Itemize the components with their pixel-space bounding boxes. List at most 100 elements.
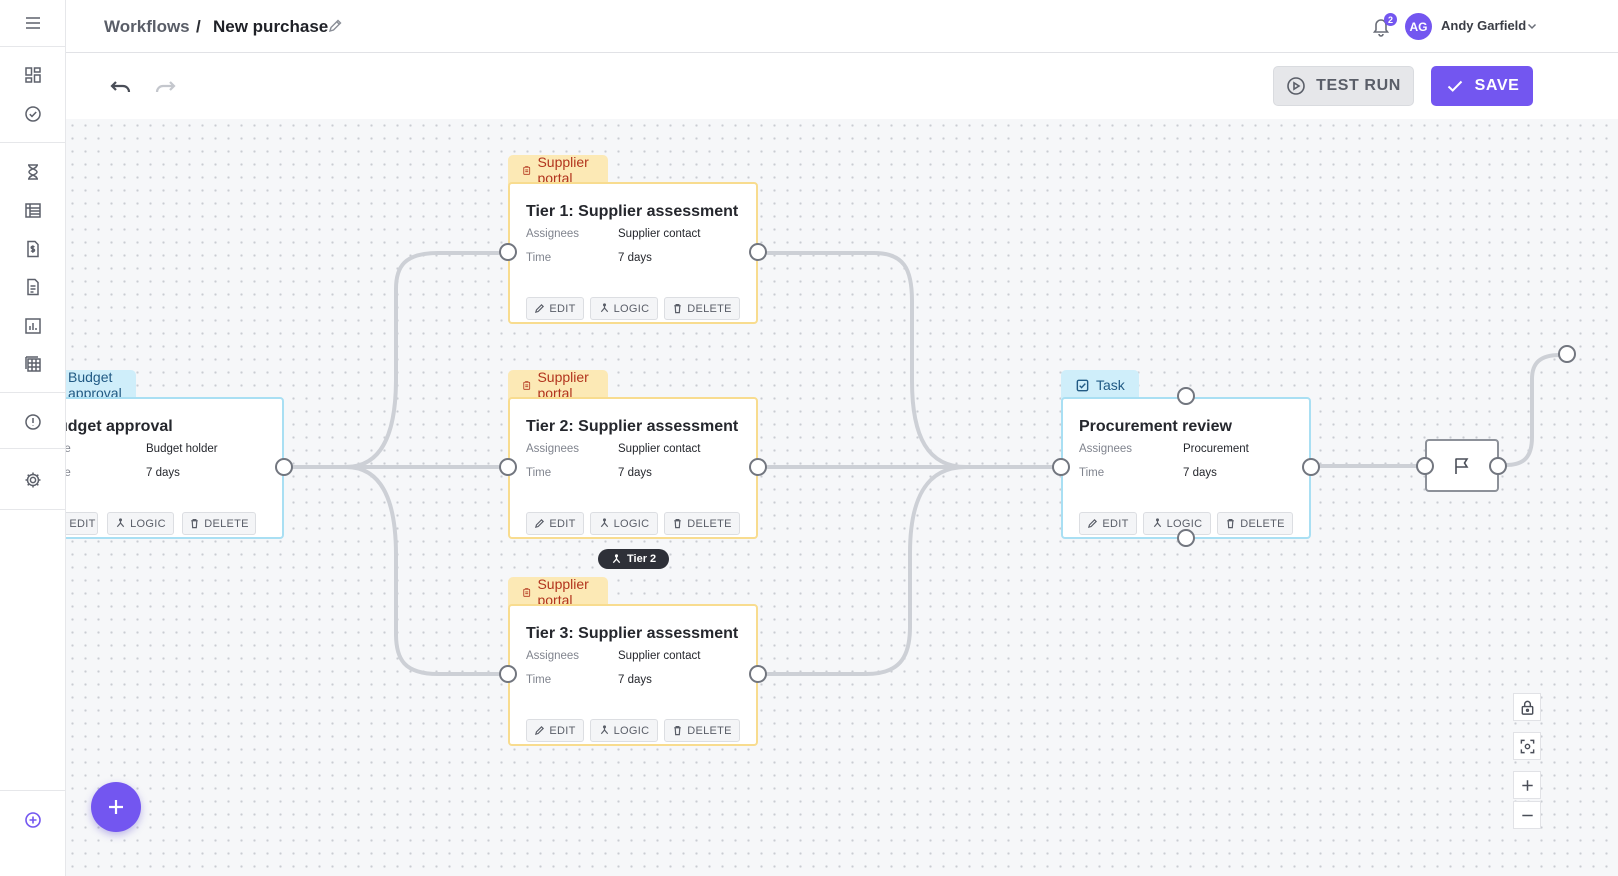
dashboard-icon[interactable] — [13, 58, 53, 92]
node-label-assignees: Assignees — [526, 443, 580, 455]
port-review-out[interactable] — [1302, 458, 1320, 476]
node-card-review[interactable]: Procurement review Assignees Procurement… — [1061, 397, 1311, 539]
port-review-in[interactable] — [1052, 458, 1070, 476]
node-label-assignees: Assignees — [526, 650, 580, 662]
delete-button[interactable]: DELETE — [664, 512, 740, 535]
branch-icon — [600, 303, 608, 313]
table-icon[interactable] — [13, 347, 53, 381]
node-card-tier2[interactable]: Tier 2: Supplier assessment Assignees Su… — [508, 397, 758, 539]
workflow-canvas[interactable]: Budget approval udget approval pe Budget… — [66, 119, 1618, 876]
pencil-icon — [535, 725, 545, 736]
workflow-editor: Workflows / New purchase 2 AG Andy Garfi… — [0, 0, 1618, 876]
clipboard-icon — [523, 587, 531, 597]
edge-label-tier2[interactable]: Tier 2 — [598, 549, 670, 569]
logic-button[interactable]: LOGIC — [1143, 512, 1211, 535]
port-next-in[interactable] — [1558, 345, 1576, 363]
edge-end-next — [1504, 353, 1562, 467]
fit-view-button[interactable] — [1513, 732, 1541, 760]
editor-toolbar: TEST RUN SAVE — [74, 53, 1618, 119]
port-budget-out[interactable] — [275, 458, 293, 476]
save-button[interactable]: SAVE — [1431, 66, 1533, 106]
trash-icon — [1227, 519, 1234, 529]
node-title: Tier 1: Supplier assessment — [526, 203, 739, 220]
avatar[interactable]: AG — [1405, 13, 1432, 40]
delete-button[interactable]: DELETE — [1217, 512, 1293, 535]
logic-button[interactable]: LOGIC — [590, 719, 658, 742]
trash-icon — [674, 726, 681, 736]
test-run-label: TEST RUN — [1316, 77, 1401, 94]
node-card-tier1[interactable]: Tier 1: Supplier assessment Assignees Su… — [508, 182, 758, 324]
port-end-out[interactable] — [1489, 457, 1507, 475]
edge-budget-tier1 — [292, 251, 500, 469]
edit-button[interactable]: EDIT — [1079, 512, 1137, 535]
undo-icon[interactable] — [108, 73, 134, 99]
add-circle-icon[interactable] — [13, 803, 53, 837]
node-card-tier3[interactable]: Tier 3: Supplier assessment Assignees Su… — [508, 604, 758, 746]
user-name[interactable]: Andy Garfield — [1441, 18, 1526, 33]
invoice-icon[interactable] — [13, 232, 53, 266]
clipboard-icon — [523, 165, 531, 175]
save-label: SAVE — [1474, 77, 1520, 94]
menu-icon[interactable] — [13, 6, 53, 40]
redo-icon[interactable] — [152, 73, 178, 99]
delete-button[interactable]: DELETE — [664, 297, 740, 320]
chevron-down-icon[interactable] — [1526, 20, 1538, 32]
check-circle-icon[interactable] — [13, 97, 53, 131]
node-label-time: Time — [526, 252, 552, 264]
node-label-assignees: Assignees — [1079, 443, 1133, 455]
node-title: Procurement review — [1079, 418, 1232, 435]
node-tag-tier3: Supplier portal — [508, 576, 609, 608]
edge-tier1-review — [766, 251, 1054, 469]
zoom-out-button[interactable] — [1513, 801, 1541, 829]
breadcrumb-workflows[interactable]: Workflows — [104, 17, 190, 37]
lock-canvas-button[interactable] — [1513, 693, 1541, 721]
node-title: Tier 2: Supplier assessment — [526, 418, 739, 435]
branch-icon — [1153, 518, 1161, 528]
test-run-button[interactable]: TEST RUN — [1273, 66, 1414, 106]
add-node-button[interactable] — [91, 782, 141, 832]
report-chart-icon[interactable] — [13, 309, 53, 343]
node-label-type: pe — [66, 443, 71, 455]
hourglass-icon[interactable] — [13, 155, 53, 189]
edit-button[interactable]: EDIT — [526, 719, 584, 742]
port-tier3-out[interactable] — [749, 665, 767, 683]
node-label-time: Time — [526, 467, 552, 479]
node-card-budget[interactable]: udget approval pe Budget holder ne 7 day… — [66, 397, 284, 539]
delete-button[interactable]: DELETE — [182, 512, 256, 535]
node-assignee: Supplier contact — [618, 443, 701, 455]
end-node[interactable] — [1425, 439, 1499, 492]
document-icon[interactable] — [13, 270, 53, 304]
port-tier3-in[interactable] — [499, 665, 517, 683]
node-tag-task: Task — [1061, 370, 1139, 400]
focus-icon — [1520, 739, 1534, 753]
plus-icon — [109, 800, 123, 814]
node-time: 7 days — [618, 674, 652, 686]
port-tier2-out[interactable] — [749, 458, 767, 476]
node-assignee: Supplier contact — [618, 650, 701, 662]
node-time: 7 days — [618, 467, 652, 479]
port-tier1-out[interactable] — [749, 243, 767, 261]
port-tier1-in[interactable] — [499, 243, 517, 261]
gear-icon[interactable] — [13, 463, 53, 497]
edit-button[interactable]: EDIT — [526, 297, 584, 320]
logic-button[interactable]: LOGIC — [107, 512, 174, 535]
edge-layer — [292, 251, 1562, 676]
node-time: 7 days — [1183, 467, 1217, 479]
pencil-icon[interactable] — [327, 18, 343, 34]
port-tier2-in[interactable] — [499, 458, 517, 476]
building-icon[interactable] — [13, 193, 53, 227]
zoom-in-button[interactable] — [1513, 771, 1541, 799]
edit-button[interactable]: EDIT — [526, 512, 584, 535]
port-review-top[interactable] — [1177, 387, 1195, 405]
alert-icon[interactable] — [13, 405, 53, 439]
node-label-time: ne — [66, 467, 71, 479]
port-end-in[interactable] — [1416, 457, 1434, 475]
delete-button[interactable]: DELETE — [664, 719, 740, 742]
logic-button[interactable]: LOGIC — [590, 297, 658, 320]
plus-icon — [1521, 779, 1533, 791]
port-review-bottom[interactable] — [1177, 529, 1195, 547]
pencil-icon — [535, 303, 545, 314]
edit-button[interactable]: EDIT — [66, 512, 98, 535]
node-title: Tier 3: Supplier assessment — [526, 625, 739, 642]
logic-button[interactable]: LOGIC — [590, 512, 658, 535]
